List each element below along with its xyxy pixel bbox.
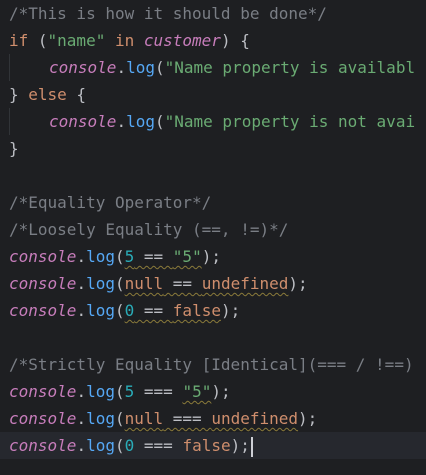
code-token-punc: . (76, 409, 87, 428)
code-token-keyword: null (124, 274, 164, 293)
code-token-punc: ( (114, 409, 125, 428)
code-token-num: 5 (124, 247, 135, 266)
code-token-punc: } (9, 139, 19, 158)
code-token-global: console (9, 382, 77, 401)
code-line[interactable]: console.log(null === undefined); (0, 405, 426, 432)
code-token-method: log (86, 409, 115, 428)
code-token-string: "5" (172, 247, 202, 266)
code-token-punc: ); (288, 274, 308, 293)
code-line[interactable]: /*This is how it should be done*/ (0, 0, 426, 27)
code-token-keyword: else (28, 85, 67, 104)
code-token-punc: } (9, 85, 29, 104)
code-token-comment: /*Strictly Equality [Identical](=== / !=… (9, 355, 414, 374)
indent-guide (9, 108, 49, 135)
code-token-punc: ( (154, 58, 165, 77)
code-token-punc: ) { (220, 31, 250, 50)
code-token-punc: === (134, 382, 183, 401)
code-token-global: console (49, 112, 117, 131)
code-token-punc: === (134, 436, 183, 455)
code-token-string: "5" (182, 382, 212, 401)
code-token-global: console (9, 247, 77, 266)
code-line[interactable]: } (0, 135, 426, 162)
code-token-num: 0 (124, 301, 135, 320)
code-token-num: 0 (124, 436, 135, 455)
code-token-punc: ( (28, 31, 48, 50)
code-token-punc: . (116, 58, 127, 77)
code-line[interactable]: } else { (0, 81, 426, 108)
code-token-punc: === (163, 409, 212, 428)
code-token-keyword: undefined (211, 409, 299, 428)
code-token-global: customer (143, 31, 221, 50)
code-token-keyword: undefined (201, 274, 289, 293)
code-token-method: log (86, 247, 115, 266)
code-token-punc: == (163, 274, 202, 293)
code-token-punc: ); (298, 409, 318, 428)
code-token-punc: . (76, 301, 87, 320)
code-token-string: "Name property is availabl (164, 58, 416, 77)
code-token-string: "Name property is not avai (164, 112, 416, 131)
code-token-comment: /*This is how it should be done*/ (9, 4, 327, 23)
code-token-global: console (9, 274, 77, 293)
code-token-global: console (49, 58, 117, 77)
code-token-punc: . (76, 247, 87, 266)
code-token-punc: ( (114, 382, 125, 401)
code-token-punc: ( (114, 436, 125, 455)
code-token-global: console (9, 409, 77, 428)
code-line[interactable]: /*Loosely Equality (==, !=)*/ (0, 216, 426, 243)
code-token-punc (134, 31, 144, 50)
code-token-string: "name" (47, 31, 106, 50)
code-token-punc: == (134, 247, 173, 266)
indent-guide (9, 54, 49, 81)
code-token-method: log (126, 112, 155, 131)
code-token-punc: ( (114, 301, 125, 320)
code-token-comment: /*Equality Operator*/ (9, 193, 212, 212)
code-line[interactable]: if ("name" in customer) { (0, 27, 426, 54)
code-line[interactable]: /*Equality Operator*/ (0, 189, 426, 216)
code-line[interactable]: console.log(5 == "5"); (0, 243, 426, 270)
code-token-punc: ); (201, 247, 221, 266)
code-editor[interactable]: /*This is how it should be done*/if ("na… (0, 0, 426, 475)
code-line[interactable]: console.log(0 === false); (0, 432, 426, 459)
code-line[interactable]: console.log(5 === "5"); (0, 378, 426, 405)
code-token-method: log (86, 436, 115, 455)
code-token-method: log (86, 382, 115, 401)
code-token-punc: { (66, 85, 87, 104)
code-token-punc: ( (114, 247, 125, 266)
code-line[interactable]: console.log("Name property is availabl (0, 54, 426, 81)
code-token-punc: ); (211, 382, 231, 401)
code-token-comment: /*Loosely Equality (==, !=)*/ (9, 220, 289, 239)
code-token-punc: ); (220, 301, 241, 320)
code-token-num: 5 (124, 382, 135, 401)
code-token-punc: == (134, 301, 173, 320)
code-token-punc: ( (114, 274, 125, 293)
code-token-method: log (126, 58, 155, 77)
code-token-method: log (86, 301, 115, 320)
code-token-global: console (9, 301, 77, 320)
code-token-keyword: if (9, 31, 29, 50)
code-token-punc: . (116, 112, 127, 131)
code-token-keyword: false (172, 301, 221, 320)
code-token-keyword: in (114, 31, 135, 50)
code-line[interactable]: console.log(null == undefined); (0, 270, 426, 297)
code-line[interactable] (0, 162, 426, 189)
code-token-punc: ); (230, 436, 250, 455)
code-token-method: log (86, 274, 115, 293)
code-line[interactable] (0, 324, 426, 351)
code-token-punc: . (76, 382, 87, 401)
code-token-punc: . (76, 274, 87, 293)
code-token-keyword: false (182, 436, 231, 455)
code-line[interactable]: console.log("Name property is not avai (0, 108, 426, 135)
code-token-punc: . (76, 436, 87, 455)
code-token-keyword: null (124, 409, 164, 428)
code-line[interactable]: /*Strictly Equality [Identical](=== / !=… (0, 351, 426, 378)
code-token-punc (105, 31, 115, 50)
code-token-global: console (9, 436, 77, 455)
code-line[interactable]: console.log(0 == false); (0, 297, 426, 324)
text-caret (250, 436, 253, 457)
code-token-punc: ( (154, 112, 165, 131)
